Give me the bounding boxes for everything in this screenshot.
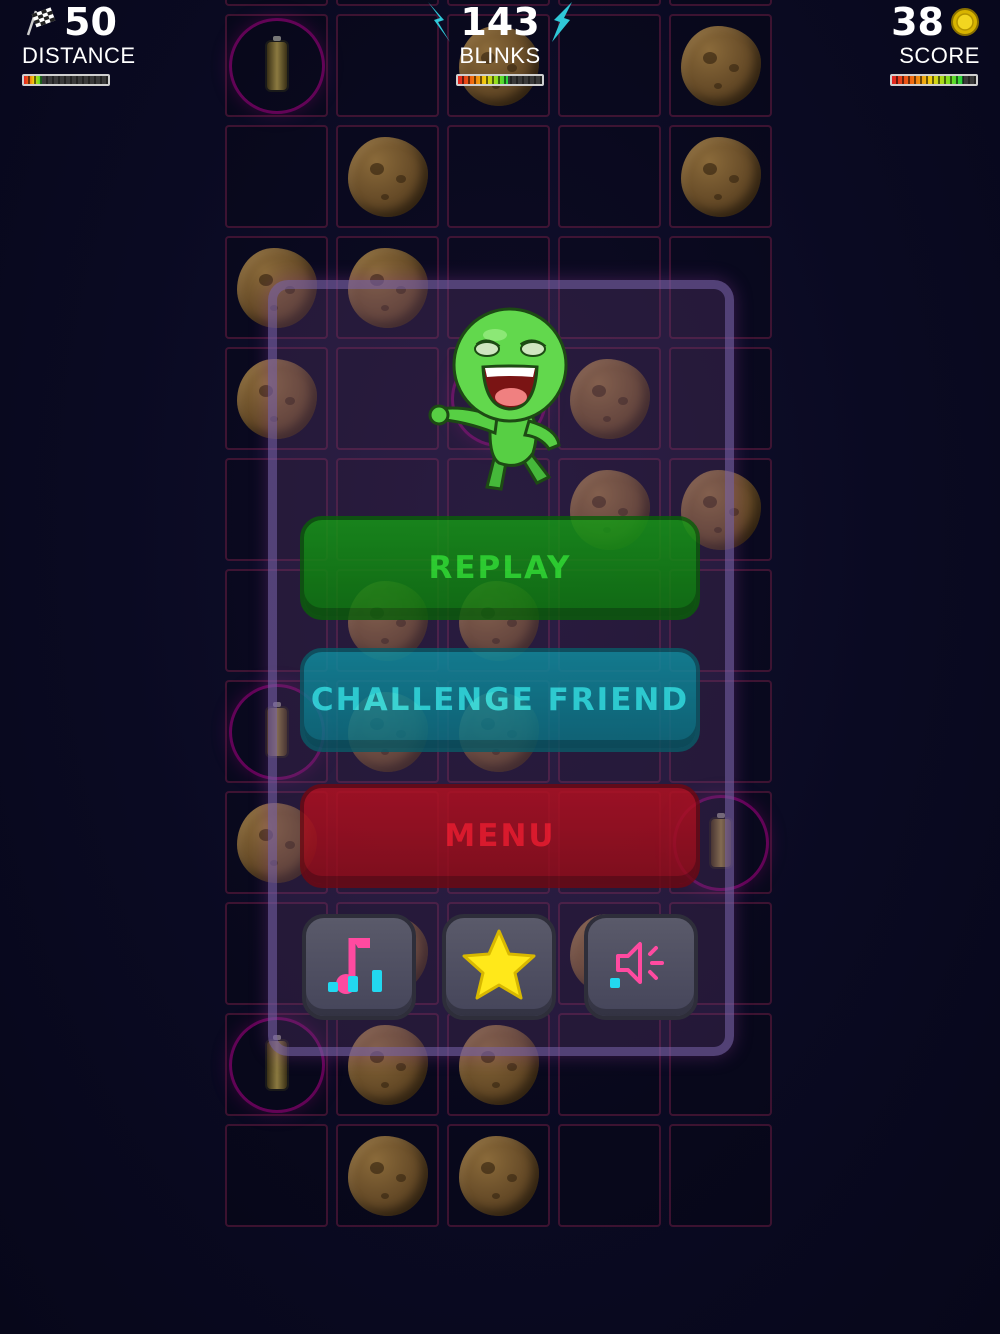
board-cell [447,125,550,228]
replay-button[interactable]: REPLAY [300,516,700,620]
music-toggle-button[interactable] [302,914,416,1020]
challenge-friend-button-label: CHALLENGE FRIEND [310,682,690,718]
board-cell [447,1124,550,1227]
star-icon [459,927,539,1007]
menu-button-label: MENU [444,818,556,854]
score-hud: 38 SCORE [884,0,980,86]
lightning-bolt-icon [424,0,454,44]
menu-button[interactable]: MENU [300,784,700,888]
blinks-label: BLINKS [459,43,541,68]
distance-label: DISTANCE [22,43,136,68]
music-note-icon [324,930,394,1004]
board-cell [225,0,328,6]
score-meter [890,74,978,86]
asteroid-icon [348,137,428,217]
blinks-value: 143 [460,0,540,44]
distance-value: 50 [64,0,117,44]
board-cell [558,1124,661,1227]
board-cell [336,125,439,228]
board-cell [225,14,328,117]
rate-star-button[interactable] [442,914,556,1020]
replay-button-label: REPLAY [428,550,572,586]
lightning-bolt-icon [546,0,576,44]
board-cell [669,1124,772,1227]
board-cell [225,125,328,228]
challenge-friend-button[interactable]: CHALLENGE FRIEND [300,648,700,752]
laughing-alien-icon [425,305,575,495]
board-cell [669,0,772,6]
asteroid-icon [681,26,761,106]
asteroid-icon [681,137,761,217]
coin-icon [950,7,980,37]
board-cell [669,14,772,117]
speaker-icon [606,930,676,1004]
distance-hud: 50 DISTANCE [22,0,136,86]
blinks-hud: 143 BLINKS [420,0,580,86]
checkered-flag-icon [22,7,56,37]
battery-icon [265,36,289,92]
score-value: 38 [891,0,944,44]
score-label: SCORE [899,43,980,68]
board-cell [225,1124,328,1227]
board-cell [558,125,661,228]
blinks-meter [456,74,544,86]
asteroid-icon [459,1136,539,1216]
sound-toggle-button[interactable] [584,914,698,1020]
asteroid-icon [348,1136,428,1216]
board-cell [336,1124,439,1227]
distance-meter [22,74,110,86]
board-cell [669,125,772,228]
